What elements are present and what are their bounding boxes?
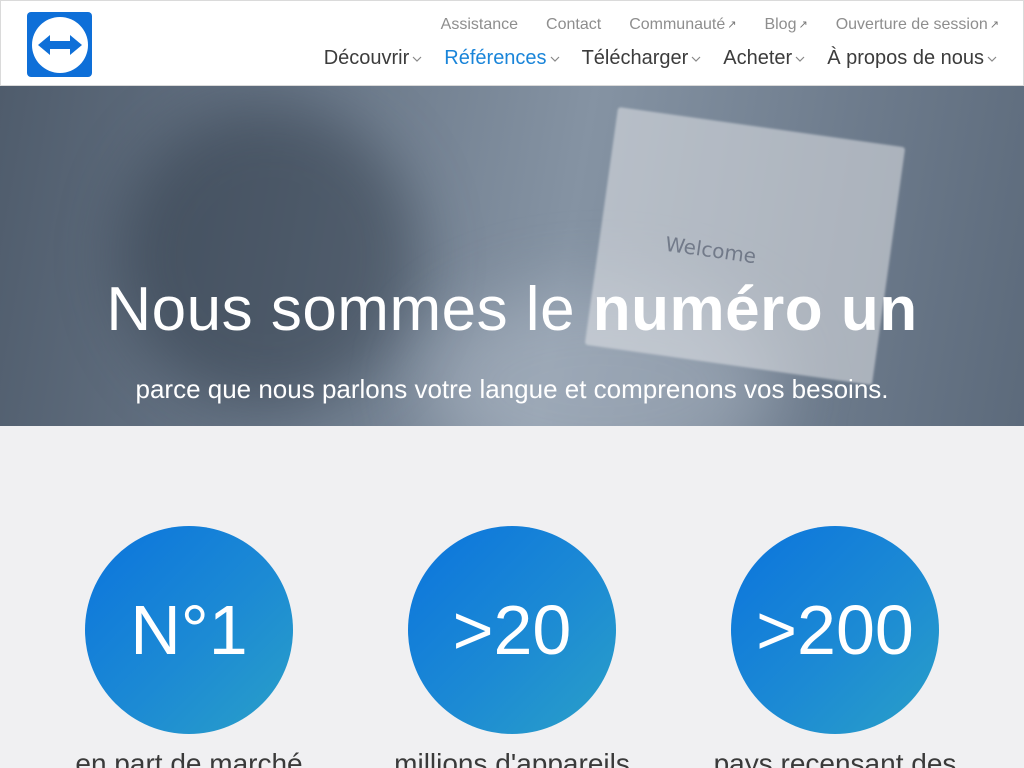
nav-decouvrir[interactable]: Découvrir: [324, 46, 423, 70]
chevron-down-icon: [412, 56, 422, 62]
external-link-icon: ↗: [798, 19, 808, 31]
stats-section: N°1 en part de marché >20 millions d'app…: [0, 426, 1024, 768]
top-link-assistance[interactable]: Assistance: [441, 15, 518, 35]
top-link-communaute[interactable]: Communauté ↗: [629, 15, 736, 35]
top-link-login[interactable]: Ouverture de session ↗: [836, 15, 999, 35]
external-link-icon: ↗: [727, 19, 737, 31]
chevron-down-icon: [550, 56, 559, 62]
hero-banner: Welcome Nous sommes le numéro un parce q…: [0, 86, 1024, 426]
chevron-down-icon: [795, 56, 805, 62]
top-link-blog[interactable]: Blog ↗: [764, 15, 807, 35]
stat-caption-devices: millions d'appareils: [394, 748, 630, 768]
stat-caption-market-share: en part de marché: [75, 748, 303, 768]
stat-circle-market-share: N°1: [85, 526, 293, 734]
stat-caption-countries: pays recensant des: [713, 748, 957, 768]
stat-circle-devices: >20: [408, 526, 616, 734]
nav-references[interactable]: Références: [444, 46, 559, 70]
nav-a-propos[interactable]: À propos de nous: [827, 46, 997, 70]
logo-arrows-icon: [31, 16, 88, 73]
teamviewer-logo[interactable]: [27, 12, 92, 77]
top-link-contact[interactable]: Contact: [546, 15, 601, 35]
main-nav: Découvrir Références Télécharger Acheter…: [302, 46, 997, 70]
chevron-down-icon: [691, 56, 701, 62]
hero-subtitle: parce que nous parlons votre langue et c…: [135, 374, 889, 404]
site-header: Assistance Contact Communauté ↗ Blog ↗ Ouv…: [0, 0, 1024, 86]
nav-acheter[interactable]: Acheter: [723, 46, 805, 70]
chevron-down-icon: [987, 56, 997, 62]
external-link-icon: ↗: [989, 19, 999, 31]
hero-title: Nous sommes le numéro un: [106, 275, 918, 344]
utility-nav: Assistance Contact Communauté ↗ Blog ↗ Ouv…: [413, 15, 999, 35]
nav-telecharger[interactable]: Télécharger: [582, 46, 702, 70]
stat-circle-countries: >200: [731, 526, 939, 734]
hero-background-blur: [120, 106, 420, 406]
